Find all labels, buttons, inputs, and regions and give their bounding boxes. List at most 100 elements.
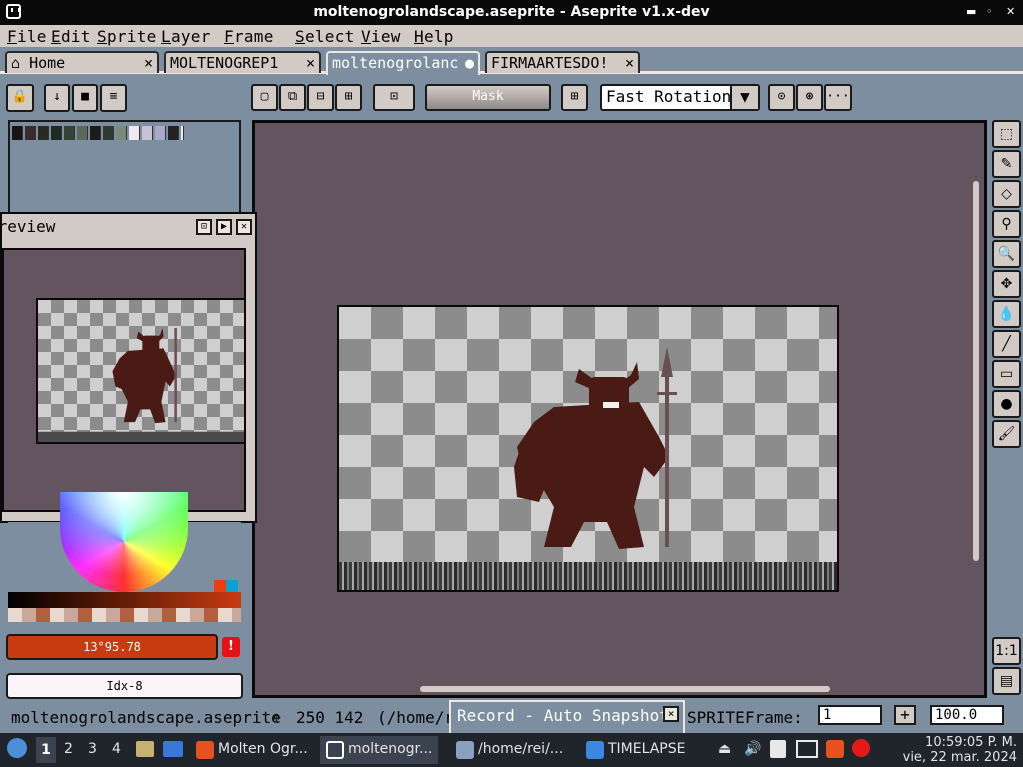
save-icon[interactable]: ■: [72, 84, 98, 112]
palette-swatch[interactable]: [51, 126, 62, 140]
zoom-tool-icon[interactable]: 🔍: [992, 240, 1021, 268]
palette-swatch[interactable]: [129, 126, 140, 140]
tab-label: MOLTENOGREP1: [170, 54, 279, 72]
tint-bar[interactable]: [8, 608, 241, 622]
tray-arrow-icon[interactable]: ⏏: [718, 741, 731, 757]
tab-firmaartesdos[interactable]: FIRMAARTESDO! ×: [485, 51, 640, 73]
menu-view[interactable]: View: [361, 27, 401, 46]
taskbar-window-folder[interactable]: TIMELAPSE: [580, 736, 691, 764]
volume-icon[interactable]: 🔊: [744, 741, 761, 757]
warning-icon[interactable]: !: [222, 637, 240, 657]
selection-add-icon[interactable]: ⧉: [279, 84, 306, 111]
vertical-scrollbar[interactable]: [973, 181, 979, 561]
record-close-icon[interactable]: ×: [663, 706, 679, 722]
palette-swatch[interactable]: [155, 126, 166, 140]
color-index-field[interactable]: Idx-8: [6, 673, 243, 699]
tab-home[interactable]: ⌂ Home ×: [5, 51, 159, 73]
taskbar-window-browser[interactable]: Molten Ogr...: [190, 736, 314, 764]
palette-resize-handle[interactable]: [181, 126, 184, 140]
workspace-3[interactable]: 3: [88, 741, 97, 757]
close-window-icon[interactable]: ✕: [1006, 5, 1015, 18]
menu-file[interactable]: File: [7, 27, 47, 46]
preview-window[interactable]: Preview ⊡ ▶ ✕: [0, 212, 257, 523]
brush-tool-icon[interactable]: 🖌: [992, 420, 1021, 448]
menu-select[interactable]: Select: [295, 27, 355, 46]
rotation-algorithm-select[interactable]: Fast Rotation ▼: [600, 84, 760, 111]
add-frame-icon[interactable]: +: [894, 705, 916, 725]
zoom-1-1-icon[interactable]: 1:1: [992, 637, 1021, 665]
pivot-icon[interactable]: ⊙: [768, 84, 795, 111]
chevron-down-icon[interactable]: ▼: [730, 86, 758, 109]
clipboard-icon[interactable]: [770, 740, 786, 758]
menu-help[interactable]: Help: [414, 27, 454, 46]
marquee-tool-icon[interactable]: ⬚: [992, 120, 1021, 148]
eyedropper-tool-icon[interactable]: ⚲: [992, 210, 1021, 238]
line-tool-icon[interactable]: ╱: [992, 330, 1021, 358]
palette-swatch[interactable]: [90, 126, 101, 140]
unsaved-dot-icon[interactable]: ●: [465, 54, 474, 72]
arrow-down-icon[interactable]: ↓: [44, 84, 70, 112]
menu-edit[interactable]: Edit: [51, 27, 91, 46]
menu-layer[interactable]: Layer: [161, 27, 211, 46]
preview-close-icon[interactable]: ✕: [236, 219, 252, 235]
selection-intersect-icon[interactable]: ⊞: [335, 84, 362, 111]
palette-swatch[interactable]: [38, 126, 49, 140]
selection-replace-icon[interactable]: ▢: [251, 84, 278, 111]
close-tab-icon[interactable]: ×: [306, 54, 315, 72]
preview-center-icon[interactable]: ⊡: [196, 219, 212, 235]
preview-play-icon[interactable]: ▶: [216, 219, 232, 235]
palette-swatch[interactable]: [142, 126, 153, 140]
grid-icon[interactable]: ⊞: [561, 84, 588, 111]
palette-swatch[interactable]: [168, 126, 179, 140]
workspace-2[interactable]: 2: [64, 741, 73, 757]
blur-tool-icon[interactable]: ●: [992, 390, 1021, 418]
palette-swatch[interactable]: [77, 126, 88, 140]
sprite-canvas[interactable]: [337, 305, 839, 592]
menu-frame[interactable]: Frame: [224, 27, 274, 46]
color-selector[interactable]: [8, 492, 241, 624]
preview-canvas[interactable]: [2, 248, 246, 512]
pixel-mode-icon[interactable]: ⊡: [373, 84, 415, 111]
menu-sprite[interactable]: Sprite: [97, 27, 157, 46]
tab-moltenogrolandscape[interactable]: moltenogrolanc ●: [326, 51, 480, 75]
more-options-button[interactable]: ···: [824, 84, 852, 111]
selection-subtract-icon[interactable]: ⊟: [307, 84, 334, 111]
workspace-4[interactable]: 4: [112, 741, 121, 757]
palette-swatch[interactable]: [25, 126, 36, 140]
close-tab-icon[interactable]: ×: [144, 54, 153, 72]
eraser-tool-icon[interactable]: ◇: [992, 180, 1021, 208]
taskbar-window-editor[interactable]: /home/rei/...: [450, 736, 569, 764]
record-snapshot-window[interactable]: Record - Auto Snapshot ×: [449, 700, 685, 733]
file-manager-launcher-icon[interactable]: [136, 741, 154, 757]
palette-swatch[interactable]: [64, 126, 75, 140]
shade-bar[interactable]: [8, 592, 241, 608]
color-hsv-field[interactable]: 13°95.78: [6, 634, 218, 660]
palette-swatch[interactable]: [116, 126, 127, 140]
brave-tray-icon[interactable]: [826, 740, 844, 758]
transform-icon[interactable]: ⊛: [796, 84, 823, 111]
start-menu-icon[interactable]: [7, 738, 27, 758]
palette-swatch[interactable]: [12, 126, 23, 140]
menu-lines-icon[interactable]: ≡: [100, 84, 127, 112]
mask-button[interactable]: Mask: [425, 84, 551, 111]
minimize-icon[interactable]: ▬: [966, 5, 976, 18]
move-tool-icon[interactable]: ✥: [992, 270, 1021, 298]
desktop-launcher-icon[interactable]: [163, 741, 183, 757]
rectangle-tool-icon[interactable]: ▭: [992, 360, 1021, 388]
hue-wheel[interactable]: [60, 492, 188, 592]
tab-moltenogrep1[interactable]: MOLTENOGREP1 ×: [164, 51, 321, 73]
palette-swatch[interactable]: [103, 126, 114, 140]
frame-input[interactable]: 1: [818, 705, 882, 725]
taskbar-window-aseprite[interactable]: moltenogr...: [320, 736, 439, 764]
close-tab-icon[interactable]: ×: [625, 54, 634, 72]
timeline-icon[interactable]: ▤: [992, 667, 1021, 695]
maximize-icon[interactable]: ◦: [986, 5, 993, 18]
fill-tool-icon[interactable]: 💧: [992, 300, 1021, 328]
update-warning-icon[interactable]: [852, 739, 870, 757]
zoom-input[interactable]: 100.0: [930, 705, 1004, 725]
workspace-1[interactable]: 1: [36, 737, 56, 763]
display-icon[interactable]: [796, 740, 818, 758]
lock-icon[interactable]: 🔒: [6, 84, 34, 112]
pencil-tool-icon[interactable]: ✎: [992, 150, 1021, 178]
horizontal-scrollbar[interactable]: [420, 686, 830, 692]
